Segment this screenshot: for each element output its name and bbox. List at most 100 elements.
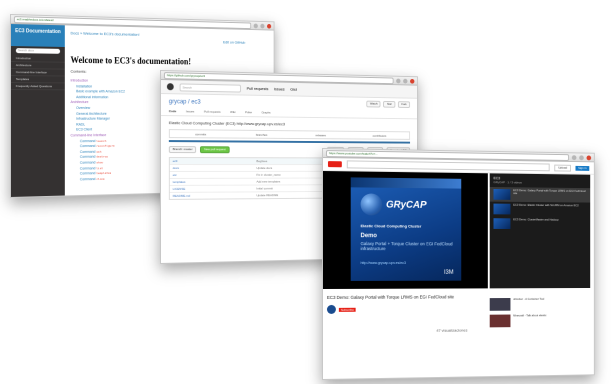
branch-select[interactable]: Branch: master [168, 146, 197, 154]
video-frame: GRyCAP Elastic Cloud Computing Cluster D… [350, 177, 462, 281]
tab-graphs[interactable]: Graphs [261, 110, 270, 114]
tab-pull-requests[interactable]: Pull requests [204, 110, 221, 114]
playlist-item-title: EC3 Demo: Galaxy Portal with Torque LRMS… [513, 188, 586, 196]
youtube-browser-window: https://www.youtube.com/watch?v=... Uplo… [322, 148, 595, 380]
github-logo-icon[interactable] [166, 83, 174, 91]
toc-item-label: EC3 Client [76, 127, 93, 132]
video-thumbnail [489, 298, 511, 311]
close-icon[interactable] [267, 23, 272, 29]
playlist-item-title: EC3 Demo: Elastic Cluster with SLURM on … [513, 202, 579, 208]
toc-item-label: Command [79, 149, 96, 154]
project-name[interactable]: EC3 Documentation [10, 24, 65, 47]
video-thumbnail [493, 188, 511, 200]
toc-item-label: Basic example with Amazon EC2 [76, 89, 125, 94]
video-thumbnail [489, 314, 511, 328]
close-icon[interactable] [410, 78, 415, 84]
toc-command-code: show [96, 160, 103, 165]
nav-issues[interactable]: Issues [274, 86, 285, 91]
maximize-icon[interactable] [403, 78, 408, 84]
channel-row: Subscribe [326, 304, 356, 314]
globe-icon [360, 193, 383, 216]
playlist-item[interactable]: EC3 Demo: Elastic Cluster with SLURM on … [490, 202, 590, 217]
sign-in-button[interactable]: Sign in [575, 165, 590, 171]
playlist-panel: EC3 GRyCAP · 1 / 3 videos EC3 Demo: Gala… [489, 173, 591, 289]
stat-branches[interactable]: branches [256, 132, 268, 136]
stat-contributors[interactable]: contributors [373, 133, 387, 137]
slide-subtitle: Galaxy Portal + Torque Cluster on EGI Fe… [360, 241, 453, 252]
toc-item-label: Command [79, 171, 96, 176]
nav-pull-requests[interactable]: Pull requests [247, 86, 269, 91]
upload-button[interactable]: Upload [554, 164, 571, 172]
toc-item-label: Installation [76, 84, 93, 89]
breadcrumb[interactable]: Docs » Welcome to EC3's documentation! [70, 30, 270, 39]
file-name[interactable]: docs [173, 165, 257, 171]
maximize-icon[interactable] [260, 23, 265, 29]
file-name[interactable]: etc [173, 172, 257, 178]
tab-wiki[interactable]: Wiki [230, 110, 235, 114]
slide-ec3-title: Elastic Cloud Computing Cluster [360, 223, 422, 229]
channel-avatar[interactable] [326, 304, 336, 314]
toc-item-label: Command [79, 165, 96, 171]
tab-code[interactable]: Code [169, 109, 176, 113]
new-pull-request-button[interactable]: New pull request [200, 146, 230, 154]
toc-item-label: Command [79, 160, 96, 165]
maximize-icon[interactable] [579, 154, 584, 160]
tab-issues[interactable]: Issues [186, 109, 194, 113]
toc-item-label: Additional information [76, 95, 109, 99]
repo-description: Elastic Cloud Computing Cluster (EC3) ht… [168, 120, 285, 127]
file-name[interactable]: ec3 [173, 158, 257, 164]
related-video[interactable]: Minecraft - Talk about elastic [489, 313, 590, 328]
toc-item-label: Infrastructure Manager [76, 116, 110, 121]
docs-search-input[interactable]: Search docs [15, 48, 61, 54]
repo-stats: commits branches releases contributors [168, 129, 411, 140]
star-button[interactable]: Star [383, 100, 396, 108]
toc-item-label: Command [79, 155, 96, 160]
toc-item-label: Overview [76, 105, 91, 110]
toc-command-code: ssh [96, 149, 102, 154]
related-video-title: uDocker - A Container Tool [513, 296, 545, 301]
toc-command-code: destroy [96, 154, 108, 159]
playlist-item[interactable]: EC3 Demo: Galaxy Portal with Torque LRMS… [489, 186, 591, 203]
stat-commits[interactable]: commits [195, 132, 206, 136]
minimize-icon[interactable] [396, 78, 401, 83]
nav-gist[interactable]: Gist [290, 87, 297, 92]
toc-item-label: Command-line Interface [70, 133, 107, 138]
view-count: 47 visualizaciones [436, 327, 468, 333]
video-title: EC3 Demo: Galaxy Portal with Torque LRMS… [326, 294, 455, 300]
playlist-item[interactable]: EC3 Demo: ClusterMaster and Hadoop [490, 216, 590, 231]
sidebar-item[interactable]: Frequently Asked Questions [10, 83, 65, 91]
fork-button[interactable]: Fork [397, 101, 411, 108]
toc-item-label: Introduction [70, 78, 89, 83]
slide-ribbon [350, 177, 462, 189]
video-thumbnail [493, 218, 511, 230]
repo-title[interactable]: grycap / ec3 [161, 94, 208, 108]
toc-item-label: General Architecture [76, 111, 107, 116]
toc-item-label: Command [79, 176, 96, 182]
toc-command-code: reconfigure [96, 143, 115, 148]
video-player[interactable]: GRyCAP Elastic Cloud Computing Cluster D… [322, 171, 488, 289]
minimize-icon[interactable] [571, 154, 577, 160]
slide-url: http://www.grycap.upv.es/ec3 [360, 261, 406, 265]
toc-command-code: launch [96, 138, 107, 143]
docs-sidebar: EC3 Documentation Search docs Introducti… [10, 24, 65, 197]
stat-releases[interactable]: releases [316, 133, 326, 137]
toc-item-label: RADL [76, 122, 86, 127]
minimize-icon[interactable] [253, 23, 258, 28]
github-search-input[interactable]: Search [179, 82, 242, 93]
slide-demo-title: Demo [360, 233, 377, 240]
toc-item-label: Architecture [70, 100, 89, 105]
video-thumbnail [493, 203, 511, 215]
subscribe-button[interactable]: Subscribe [338, 307, 356, 312]
file-name[interactable]: templates [173, 179, 257, 185]
youtube-search-input[interactable] [346, 160, 550, 172]
edit-on-github-link[interactable]: Edit on GitHub [223, 40, 245, 45]
youtube-logo-icon[interactable] [327, 161, 342, 168]
related-video[interactable]: uDocker - A Container Tool [489, 296, 590, 311]
tab-pulse[interactable]: Pulse [245, 110, 252, 114]
related-videos: uDocker - A Container Tool Minecraft - T… [489, 296, 590, 332]
file-name[interactable]: LICENSE [173, 186, 257, 192]
watch-button[interactable]: Watch [366, 100, 381, 108]
playlist-item-title: EC3 Demo: ClusterMaster and Hadoop [513, 217, 559, 222]
file-name[interactable]: README.md [173, 192, 257, 199]
close-icon[interactable] [586, 155, 592, 160]
